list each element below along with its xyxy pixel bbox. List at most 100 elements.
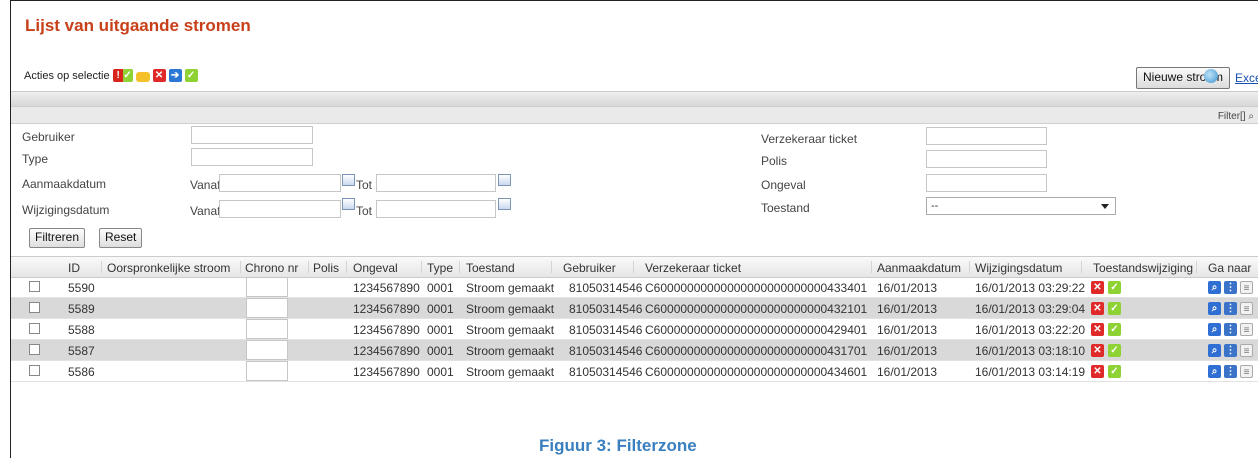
ongeval-input[interactable] [926, 174, 1047, 192]
table-row[interactable]: 5590 1234567890 0001 Stroom gemaakt 8105… [11, 277, 1258, 298]
cell-id: 5587 [68, 344, 95, 358]
chevron-down-icon [1101, 204, 1109, 209]
reject-icon[interactable]: ✕ [1091, 344, 1104, 357]
chrono-input[interactable] [246, 277, 288, 297]
filter-toggle-link[interactable]: Filter[] ⌕ [1218, 111, 1254, 122]
table-row[interactable]: 5587 1234567890 0001 Stroom gemaakt 8105… [11, 340, 1258, 361]
grid-icon[interactable]: ⋮ [1224, 365, 1237, 378]
calendar-icon[interactable] [342, 198, 355, 210]
polis-input[interactable] [926, 150, 1047, 168]
approve-icon[interactable]: ✓ [1108, 365, 1121, 378]
column-separator [633, 261, 634, 273]
document-icon[interactable]: ≡ [1240, 344, 1253, 357]
cell-ticket: C60000000000000000000000000433401 [645, 281, 868, 295]
grid-icon[interactable]: ⋮ [1224, 344, 1237, 357]
reject-icon[interactable]: ✕ [1091, 302, 1104, 315]
reject-icon[interactable]: ✕ [152, 69, 166, 82]
type-label: Type [22, 152, 49, 166]
forward-icon[interactable]: ➔ [168, 69, 182, 82]
search-icon[interactable]: ⌕ [1208, 323, 1221, 336]
row-checkbox[interactable] [29, 323, 40, 334]
column-header-ga-naar[interactable]: Ga naar [1208, 261, 1251, 275]
chrono-input[interactable] [246, 340, 288, 360]
refresh-icon[interactable] [1204, 69, 1218, 83]
calendar-icon[interactable] [342, 174, 355, 186]
approve-icon[interactable]: ✓ [1108, 281, 1121, 294]
cell-aanmaakdatum: 16/01/2013 [877, 344, 938, 358]
reset-button[interactable]: Reset [99, 228, 143, 248]
column-header-verzekeraar-ticket[interactable]: Verzekeraar ticket [645, 261, 741, 275]
column-header-aanmaakdatum[interactable]: Aanmaakdatum [877, 261, 961, 275]
approve-icon[interactable]: ✓ [1108, 323, 1121, 336]
column-header-oorspronkelijke-stroom[interactable]: Oorspronkelijke stroom [107, 261, 230, 275]
gebruiker-input[interactable] [191, 126, 313, 144]
column-header-wijzigingsdatum[interactable]: Wijzigingsdatum [975, 261, 1062, 275]
table-row[interactable]: 5588 1234567890 0001 Stroom gemaakt 8105… [11, 319, 1258, 340]
row-checkbox[interactable] [29, 344, 40, 355]
table-row[interactable]: 5589 1234567890 0001 Stroom gemaakt 8105… [11, 298, 1258, 319]
column-header-ongeval[interactable]: Ongeval [353, 261, 398, 275]
cell-id: 5586 [68, 365, 95, 379]
cell-type: 0001 [427, 281, 454, 295]
table-row[interactable]: 5586 1234567890 0001 Stroom gemaakt 8105… [11, 361, 1258, 382]
column-header-toestandswijziging[interactable]: Toestandswijziging [1093, 261, 1193, 275]
column-header-toestand[interactable]: Toestand [466, 261, 515, 275]
type-input[interactable] [191, 148, 313, 166]
calendar-icon[interactable] [498, 198, 511, 210]
comment-icon[interactable] [135, 71, 150, 82]
document-icon[interactable]: ≡ [1240, 323, 1253, 336]
cell-wijzigingsdatum: 16/01/2013 03:14:19 [975, 365, 1086, 379]
cell-type: 0001 [427, 344, 454, 358]
grid-icon[interactable]: ⋮ [1224, 323, 1237, 336]
cell-ongeval: 1234567890 [353, 344, 420, 358]
column-header-chrono-nr[interactable]: Chrono nr [245, 261, 298, 275]
grid-icon[interactable]: ⋮ [1224, 302, 1237, 315]
toestand-select[interactable]: -- [926, 197, 1116, 215]
ongeval-label: Ongeval [761, 178, 806, 192]
row-checkbox[interactable] [29, 365, 40, 376]
assign-warning-icon[interactable]: ! [112, 69, 124, 82]
cell-id: 5590 [68, 281, 95, 295]
verzekeraar-ticket-input[interactable] [926, 127, 1047, 145]
filter-button[interactable]: Filtreren [29, 228, 86, 248]
search-icon[interactable]: ⌕ [1208, 302, 1221, 315]
document-icon[interactable]: ≡ [1240, 365, 1253, 378]
column-header-polis[interactable]: Polis [313, 261, 339, 275]
reject-icon[interactable]: ✕ [1091, 323, 1104, 336]
calendar-icon[interactable] [498, 174, 511, 186]
column-separator [551, 261, 552, 273]
wijziging-vanaf-input[interactable] [219, 200, 341, 218]
reject-icon[interactable]: ✕ [1091, 365, 1104, 378]
column-header-type[interactable]: Type [427, 261, 453, 275]
cell-gebruiker: 81050314546 [569, 281, 643, 295]
cell-toestand: Stroom gemaakt [466, 323, 555, 337]
chrono-input[interactable] [246, 319, 288, 339]
actions-label: Acties op selectie [24, 69, 110, 82]
check-icon[interactable]: ✓ [122, 69, 133, 82]
column-separator [1196, 261, 1197, 273]
approve-icon[interactable]: ✓ [1108, 344, 1121, 357]
aanmaak-vanaf-input[interactable] [219, 174, 341, 192]
row-checkbox[interactable] [29, 281, 40, 292]
row-checkbox[interactable] [29, 302, 40, 313]
toestand-label: Toestand [761, 201, 810, 215]
wijziging-tot-input[interactable] [376, 200, 496, 218]
column-header-id[interactable]: ID [68, 261, 80, 275]
excel-list-link[interactable]: Excel Lijst [1235, 71, 1258, 85]
filter-toggle-label: Filter[] [1217, 111, 1246, 122]
column-header-gebruiker[interactable]: Gebruiker [563, 261, 616, 275]
aanmaak-tot-input[interactable] [376, 174, 496, 192]
aanmaakdatum-label: Aanmaakdatum [22, 177, 107, 191]
search-icon[interactable]: ⌕ [1208, 365, 1221, 378]
approve-icon[interactable]: ✓ [1108, 302, 1121, 315]
search-icon[interactable]: ⌕ [1208, 344, 1221, 357]
approve-icon[interactable]: ✓ [184, 69, 198, 82]
chrono-input[interactable] [246, 361, 288, 381]
document-icon[interactable]: ≡ [1240, 302, 1253, 315]
chrono-input[interactable] [246, 298, 288, 318]
grid-icon[interactable]: ⋮ [1224, 281, 1237, 294]
cell-aanmaakdatum: 16/01/2013 [877, 365, 938, 379]
document-icon[interactable]: ≡ [1240, 281, 1253, 294]
search-icon[interactable]: ⌕ [1208, 281, 1221, 294]
reject-icon[interactable]: ✕ [1091, 281, 1104, 294]
